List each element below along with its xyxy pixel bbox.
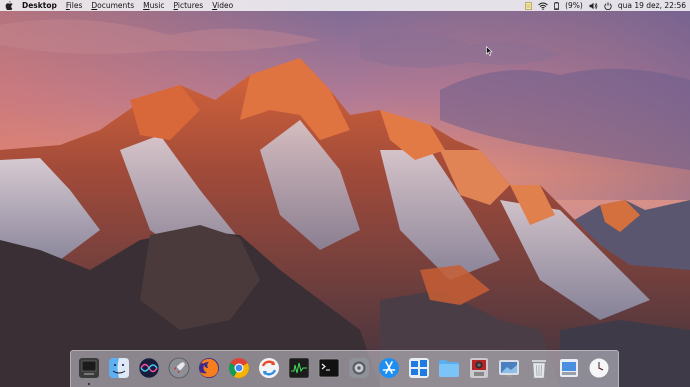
- dock-item-siri[interactable]: [137, 356, 161, 380]
- running-indicator: [88, 383, 90, 385]
- dock-item-clock[interactable]: [587, 356, 611, 380]
- gear-icon: [349, 358, 369, 378]
- app-store-icon: [379, 358, 399, 378]
- battery-percentage[interactable]: (9%): [565, 0, 583, 11]
- menu-files[interactable]: Files: [66, 0, 82, 11]
- dock-item-app-store[interactable]: [377, 356, 401, 380]
- clock-icon: [588, 357, 610, 379]
- dock-item-launchpad[interactable]: [167, 356, 191, 380]
- refresh-circle-icon: [259, 358, 279, 378]
- dock-item-chrome[interactable]: [227, 356, 251, 380]
- menu-files-rest: iles: [69, 1, 83, 10]
- terminal-icon: [318, 358, 340, 378]
- trash-icon: [532, 360, 546, 379]
- mouse-cursor-icon: [486, 41, 493, 60]
- dock-item-boot-camp[interactable]: [407, 356, 431, 380]
- notes-icon[interactable]: [525, 1, 532, 10]
- dock-item-screenshot[interactable]: [497, 356, 521, 380]
- clock-datetime[interactable]: qua 19 dez, 22:56: [618, 0, 686, 11]
- apple-logo-icon[interactable]: [5, 1, 13, 10]
- dock-item-system-settings[interactable]: [347, 356, 371, 380]
- siri-icon: [138, 357, 160, 379]
- screenshot-icon: [499, 360, 519, 377]
- firefox-icon: [199, 358, 219, 378]
- dock-item-downloads[interactable]: [557, 356, 581, 380]
- volume-icon[interactable]: [589, 2, 598, 10]
- menu-documents-rest: ocuments: [97, 1, 135, 10]
- battery-icon[interactable]: [554, 1, 560, 10]
- dock-item-photo-booth[interactable]: [467, 356, 491, 380]
- dock-item-terminal[interactable]: [317, 356, 341, 380]
- dock-item-trash[interactable]: [527, 356, 551, 380]
- desktop-wallpaper: [0, 0, 690, 387]
- power-icon[interactable]: [604, 1, 612, 10]
- menu-documents[interactable]: Documents: [91, 0, 134, 11]
- monitor-icon: [79, 358, 99, 378]
- dock-item-system-monitor[interactable]: [287, 356, 311, 380]
- photo-booth-icon: [470, 358, 488, 378]
- dock: [70, 350, 619, 387]
- dock-item-files-folder[interactable]: [437, 356, 461, 380]
- menu-video-rest: ideo: [217, 1, 234, 10]
- activity-graph-icon: [288, 357, 310, 379]
- dock-item-software-center[interactable]: [257, 356, 281, 380]
- dock-item-show-desktop[interactable]: [77, 356, 101, 385]
- dock-item-firefox[interactable]: [197, 356, 221, 380]
- menu-desktop[interactable]: Desktop: [22, 0, 57, 11]
- menu-pictures-rest: ictures: [177, 1, 204, 10]
- menu-pictures[interactable]: Pictures: [174, 0, 204, 11]
- chrome-icon: [229, 358, 249, 379]
- rocket-icon: [168, 357, 190, 379]
- download-stack-icon: [560, 359, 578, 377]
- menu-music[interactable]: Music: [143, 0, 164, 11]
- windows-icon: [409, 358, 429, 378]
- menu-bar: Desktop Files Documents Music Pictures V…: [0, 0, 690, 11]
- wifi-icon[interactable]: [538, 2, 548, 10]
- folder-icon: [439, 360, 459, 377]
- menu-video[interactable]: Video: [212, 0, 233, 11]
- dock-item-finder[interactable]: [107, 356, 131, 380]
- status-area: (9%) qua 19 dez, 22:56: [525, 0, 686, 11]
- menu-music-rest: usic: [149, 1, 165, 10]
- finder-face-icon: [109, 358, 129, 378]
